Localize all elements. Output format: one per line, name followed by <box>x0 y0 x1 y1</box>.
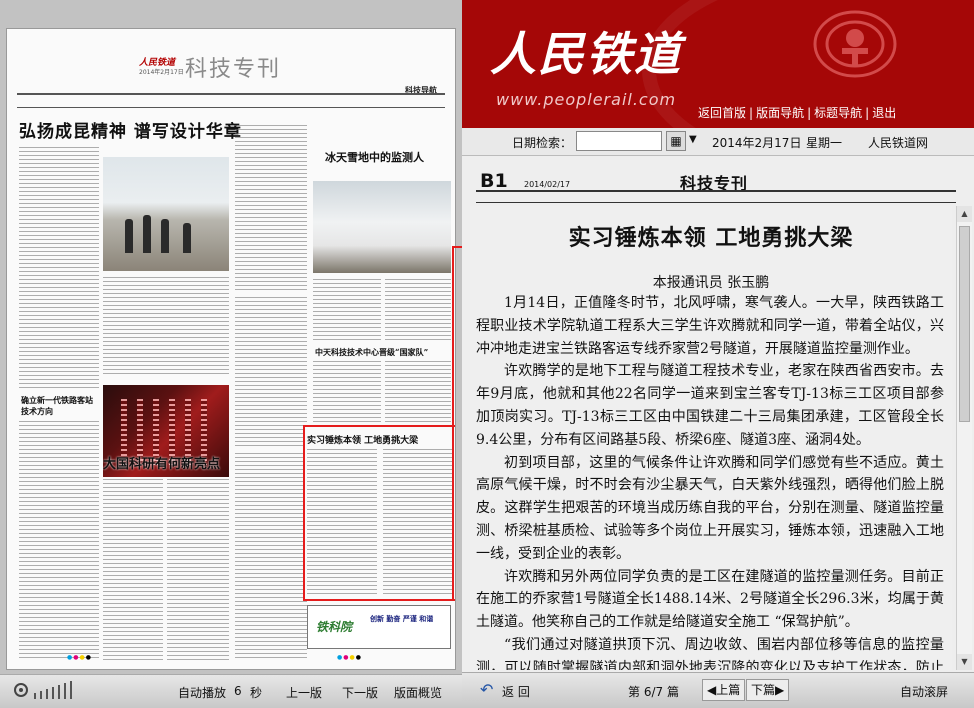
photo-workers <box>103 157 229 271</box>
reader-rule <box>476 190 956 192</box>
highlighted-article-title[interactable]: 实习锤炼本领 工地勇挑大梁 <box>307 433 418 446</box>
back-arrow-icon[interactable]: ↶ <box>480 682 498 698</box>
paper-column-text <box>167 479 229 661</box>
article-byline: 本报通讯员 张玉鹏 <box>652 275 770 291</box>
overview-button[interactable]: 版面概览 <box>394 684 442 701</box>
article-toolbar: ↶ 返 回 第 6/7 篇 ◀上篇 下篇▶ 自动滚屏 <box>462 672 974 708</box>
article-paragraph: 1月14日，正值隆冬时节，北风呼啸，寒气袭人。一大早，陕西铁路工程职业技术学院轨… <box>476 295 944 357</box>
autoplay-seconds[interactable]: 6 <box>234 684 242 698</box>
article-pager: 第 6/7 篇 <box>628 683 679 700</box>
site-header: 人民铁道 www.peoplerail.com 返回首版 | 版面导航 | 标题导航 | 退… <box>462 0 974 128</box>
prev-article-button[interactable]: ◀上篇 <box>702 679 746 701</box>
pager-suffix: 篇 <box>667 685 680 699</box>
newspaper-page[interactable]: 人民铁道 2014年2月17日 科技专刊 科技导航 弘扬成昆精神 谱写设计华章 … <box>6 28 456 670</box>
brand-url: www.peoplerail.com <box>496 90 677 109</box>
ad-logo: 铁科院 <box>316 620 353 634</box>
paper-headline-center[interactable]: 中天科技技术中心晋级“国家队” <box>315 347 428 358</box>
prev-page-button[interactable]: 上一版 <box>286 684 322 701</box>
next-page-button[interactable]: 下一版 <box>342 684 378 701</box>
date-search-label: 日期检索： <box>512 136 573 150</box>
figure <box>125 219 133 253</box>
current-date: 2014年2月17日 <box>712 136 802 150</box>
emblem-icon <box>813 10 897 78</box>
date-search-bar: 日期检索： ▦ ▼ 2014年2月17日 星期一 人民铁道网 <box>462 128 974 156</box>
article-scrollbar[interactable]: ▲ ▼ <box>956 206 972 670</box>
paper-date: 2014年2月17日 <box>139 69 184 76</box>
nav-exit[interactable]: 退出 <box>872 106 896 120</box>
scroll-down-icon[interactable]: ▼ <box>957 654 972 670</box>
paper-column-text <box>235 297 307 447</box>
paper-headline-snow[interactable]: 冰天雪地中的监测人 <box>325 149 424 165</box>
back-button[interactable]: 返 回 <box>502 683 530 700</box>
paper-headline-chip[interactable]: 大国科研有何新亮点 <box>103 453 220 472</box>
article-content[interactable]: 实习锤炼本领 工地勇挑大梁 本报通讯员 张玉鹏 1月14日，正值隆冬时节，北风呼… <box>470 206 952 670</box>
paper-rule <box>17 107 445 108</box>
figure <box>143 215 151 253</box>
newspaper-panel: 人民铁道 2014年2月17日 科技专刊 科技导航 弘扬成昆精神 谱写设计华章 … <box>0 0 462 708</box>
print-color-marks: ●●●● <box>67 654 92 661</box>
nav-titles[interactable]: 标题导航 <box>814 106 862 120</box>
paper-column-text <box>385 279 451 343</box>
ad-box: 铁科院 创新 勤奋 严谨 和谐 <box>307 605 451 649</box>
nav-separator: | <box>807 106 812 120</box>
paper-rule <box>17 93 445 95</box>
auto-scroll-button[interactable]: 自动滚屏 <box>900 683 948 700</box>
header-nav: 返回首版 | 版面导航 | 标题导航 | 退出 <box>698 104 896 121</box>
page-number: B1 <box>480 170 508 192</box>
paper-column-text <box>383 449 453 595</box>
highlight-connector <box>452 246 454 600</box>
page-toolbar: 自动播放 6 秒 上一版 下一版 版面概览 <box>0 674 462 708</box>
article-paragraph: 许欢腾和另外两位同学负责的是工区在建隧道的监控量测任务。目前正在施工的乔家营1号… <box>476 568 944 631</box>
scroll-up-icon[interactable]: ▲ <box>957 206 972 222</box>
paper-headline-main[interactable]: 弘扬成昆精神 谱写设计华章 <box>19 117 242 142</box>
pager-prefix: 第 <box>628 685 641 699</box>
scroll-thumb[interactable] <box>959 226 970 422</box>
reader-rule <box>476 202 956 203</box>
article-paragraph: 许欢腾学的是地下工程与隧道工程技术专业，老家在陕西省西安市。去年9月底，他就和其… <box>476 363 944 448</box>
article-reader: B1 2014/02/17 科技专刊 实习锤炼本领 工地勇挑大梁 本报通讯员 张… <box>462 156 974 672</box>
article-paragraph: “我们通过对隧道拱顶下沉、周边收敛、围岩内部位移等信息的监控量测，可以随时掌握隧… <box>476 636 944 670</box>
article-title: 实习锤炼本领 工地勇挑大梁 <box>568 225 854 251</box>
paper-column-text <box>307 449 377 595</box>
autoplay-label[interactable]: 自动播放 <box>178 684 226 701</box>
page-date: 2014/02/17 <box>524 180 571 189</box>
seconds-unit: 秒 <box>250 686 263 700</box>
paper-column-text <box>103 479 163 661</box>
paper-column-text <box>313 279 381 343</box>
date-search-input[interactable] <box>576 131 662 151</box>
nav-separator: | <box>749 106 754 120</box>
article-body: 1月14日，正值隆冬时节，北风呼啸，寒气袭人。一大早，陕西铁路工程职业技术学院轨… <box>476 292 944 670</box>
nav-layout[interactable]: 版面导航 <box>756 106 804 120</box>
paper-column-text <box>103 277 229 377</box>
site-name-link[interactable]: 人民铁道网 <box>868 134 928 151</box>
paper-section-title: 科技专刊 <box>185 57 282 82</box>
paper-column-text <box>19 147 99 391</box>
print-color-marks: ●●●● <box>337 654 362 661</box>
paper-column-text <box>235 125 307 293</box>
article-paragraph: 初到项目部，这里的气候条件让许欢腾和同学们感觉有些不适应。黄土高原气候干燥，时不… <box>476 454 944 562</box>
nav-front-page[interactable]: 返回首版 <box>698 106 746 120</box>
next-article-button[interactable]: 下篇▶ <box>746 679 790 701</box>
current-weekday: 星期一 <box>806 136 843 150</box>
chevron-down-icon[interactable]: ▼ <box>689 134 697 145</box>
paper-headline-generation[interactable]: 确立新一代铁路客站技术方向 <box>21 395 97 417</box>
calendar-icon[interactable]: ▦ <box>666 131 686 151</box>
paper-column-text <box>19 421 99 661</box>
nav-separator: | <box>865 106 870 120</box>
zoom-slider[interactable] <box>34 681 82 701</box>
paper-column-text <box>235 453 307 661</box>
ad-slogan: 创新 勤奋 严谨 和谐 <box>370 614 434 623</box>
photo-snow <box>313 181 451 273</box>
figure <box>183 223 191 253</box>
paper-index-strip <box>17 97 445 103</box>
zoom-icon[interactable] <box>14 683 28 697</box>
figure <box>161 219 169 253</box>
pager-total: 7 <box>655 685 664 699</box>
brand-title: 人民铁道 <box>490 27 682 81</box>
